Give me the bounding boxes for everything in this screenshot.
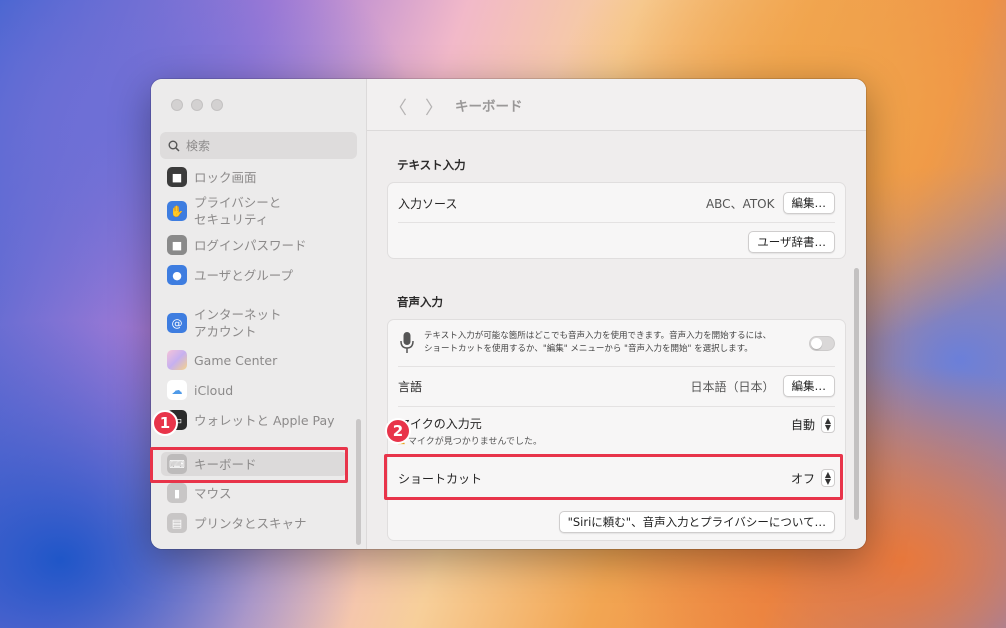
- highlight-shortcut-row: [384, 454, 843, 500]
- game-center-icon: [167, 350, 187, 370]
- mic-source-row: マイクの入力元 ▲ マイクが見つかりませんでした。 自動 ▲▼: [398, 413, 835, 449]
- sidebar-item-login-password[interactable]: ■ ログインパスワード: [161, 235, 347, 255]
- lock-icon: ■: [167, 235, 187, 255]
- sidebar-item-mouse[interactable]: ▮ マウス: [161, 483, 347, 503]
- forward-chevron-icon[interactable]: 〉: [425, 94, 443, 120]
- language-edit-button[interactable]: 編集…: [782, 375, 835, 397]
- mic-source-label: マイクの入力元: [398, 417, 482, 431]
- zoom-window-button[interactable]: [211, 99, 223, 111]
- sidebar-item-privacy[interactable]: ✋ プライバシーと セキュリティ: [161, 193, 347, 229]
- voice-input-heading: 音声入力: [397, 295, 443, 309]
- sidebar-item-label: プライバシーと セキュリティ: [194, 195, 282, 227]
- page-title: キーボード: [455, 99, 523, 115]
- search-field[interactable]: 検索: [160, 132, 357, 159]
- divider: [398, 222, 835, 223]
- mic-warning-row: ▲ マイクが見つかりませんでした。: [398, 434, 543, 448]
- language-value: 日本語（日本）: [690, 379, 775, 394]
- sidebar-item-label: インターネット アカウント: [194, 307, 282, 339]
- microphone-icon: [400, 332, 414, 353]
- at-icon: @: [167, 313, 187, 333]
- mouse-icon: ▮: [167, 483, 187, 503]
- text-input-group: 入力ソース ABC、ATOK 編集… ユーザ辞書…: [387, 182, 846, 259]
- siri-privacy-button[interactable]: "Siriに頼む"、音声入力とプライバシーについて…: [558, 511, 835, 533]
- language-row: 言語 日本語（日本） 編集…: [398, 373, 835, 399]
- sidebar-scrollbar[interactable]: [356, 419, 361, 545]
- mic-warning-text: マイクが見つかりませんでした。: [407, 437, 543, 447]
- sidebar-item-label: マウス: [194, 485, 232, 501]
- window-controls: [171, 99, 223, 111]
- mic-source-value: 自動: [790, 417, 815, 432]
- sidebar-item-game-center[interactable]: Game Center: [161, 350, 347, 370]
- voice-input-group: テキスト入力が可能な箇所はどこでも音声入力を使用できます。音声入力を開始するには…: [387, 319, 846, 541]
- voice-description: テキスト入力が可能な箇所はどこでも音声入力を使用できます。音声入力を開始するには…: [424, 330, 771, 356]
- hand-icon: ✋: [167, 201, 187, 221]
- stepper-chevron-icon: ▲ ▼: [821, 415, 835, 433]
- user-dictionary-button[interactable]: ユーザ辞書…: [748, 231, 835, 253]
- voice-input-toggle[interactable]: [809, 335, 835, 351]
- sidebar-item-label: ログインパスワード: [194, 237, 307, 253]
- lock-icon: ■: [167, 167, 187, 187]
- sidebar-item-label: プリンタとスキャナ: [194, 515, 307, 531]
- main-scrollbar[interactable]: [854, 268, 859, 520]
- sidebar-item-lock-screen[interactable]: ■ ロック画面: [161, 167, 347, 187]
- text-input-heading: テキスト入力: [397, 158, 466, 172]
- sidebar-item-internet-accounts[interactable]: @ インターネット アカウント: [161, 305, 347, 341]
- minimize-window-button[interactable]: [191, 99, 203, 111]
- sidebar-item-label: ユーザとグループ: [194, 267, 294, 283]
- input-source-row: 入力ソース ABC、ATOK 編集…: [398, 190, 835, 216]
- search-placeholder: 検索: [186, 139, 211, 153]
- users-icon: ●: [167, 265, 187, 285]
- sidebar-item-users[interactable]: ● ユーザとグループ: [161, 265, 347, 285]
- input-source-value: ABC、ATOK: [705, 196, 775, 211]
- sidebar-item-printers[interactable]: ▤ プリンタとスキャナ: [161, 513, 347, 533]
- voice-description-line: テキスト入力が可能な箇所はどこでも音声入力を使用できます。音声入力を開始するには…: [424, 331, 772, 341]
- input-source-edit-button[interactable]: 編集…: [782, 192, 835, 214]
- back-chevron-icon[interactable]: 〈: [389, 94, 407, 120]
- voice-description-row: テキスト入力が可能な箇所はどこでも音声入力を使用できます。音声入力を開始するには…: [398, 326, 835, 360]
- mic-source-text: マイクの入力元 ▲ マイクが見つかりませんでした。: [398, 415, 542, 447]
- toolbar: 〈 〉 キーボード: [367, 79, 866, 131]
- mic-source-select[interactable]: 自動 ▲ ▼: [791, 415, 835, 433]
- search-icon: [168, 140, 180, 152]
- cloud-icon: ☁: [167, 380, 187, 400]
- sidebar-item-label: iCloud: [194, 382, 234, 398]
- user-dict-row: ユーザ辞書…: [398, 229, 835, 255]
- divider: [398, 366, 835, 367]
- divider: [398, 406, 835, 407]
- highlight-keyboard-item: [150, 447, 348, 483]
- sidebar-item-label: ロック画面: [194, 169, 257, 185]
- voice-description-line: ショートカットを使用するか、"編集" メニューから "音声入力を開始" を選択し…: [424, 344, 753, 354]
- sidebar-item-wallet[interactable]: ▭ ウォレットと Apple Pay: [161, 410, 347, 430]
- language-label: 言語: [398, 379, 423, 394]
- printer-icon: ▤: [167, 513, 187, 533]
- input-source-label: 入力ソース: [398, 196, 458, 211]
- step-badge-2: 2: [385, 418, 411, 444]
- sidebar-item-label: Game Center: [194, 352, 278, 368]
- siri-privacy-row: "Siriに頼む"、音声入力とプライバシーについて…: [398, 510, 835, 534]
- step-badge-1: 1: [152, 410, 178, 436]
- sidebar-item-icloud[interactable]: ☁ iCloud: [161, 380, 347, 400]
- sidebar-item-label: ウォレットと Apple Pay: [194, 412, 335, 428]
- close-window-button[interactable]: [171, 99, 183, 111]
